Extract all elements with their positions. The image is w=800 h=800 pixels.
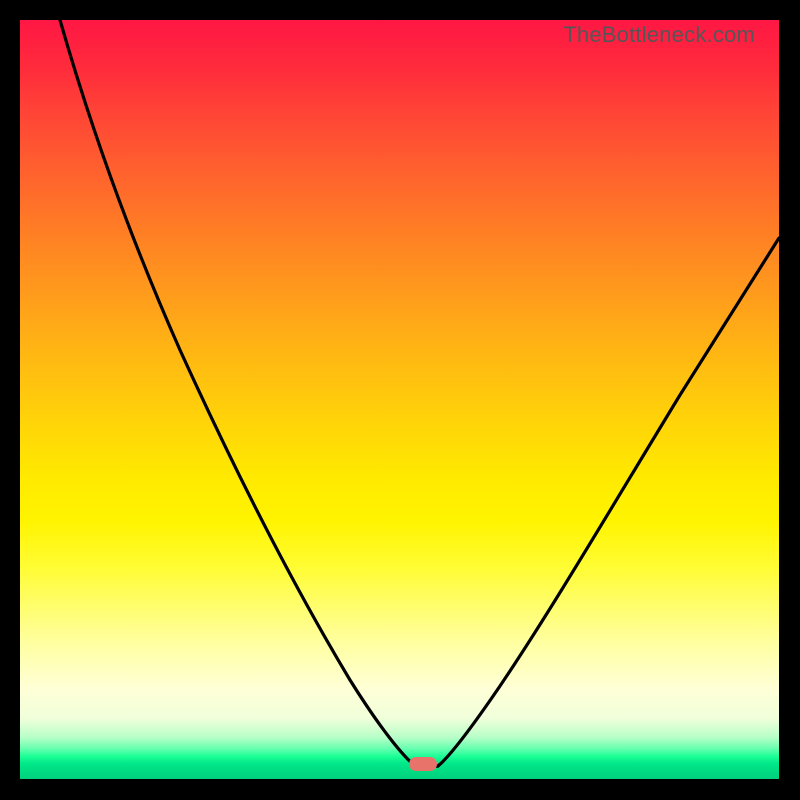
minimum-marker (409, 757, 437, 771)
bottleneck-curve (20, 20, 779, 779)
curve-left (60, 20, 415, 766)
chart-container: TheBottleneck.com (0, 0, 800, 800)
plot-area: TheBottleneck.com (20, 20, 779, 779)
curve-right (438, 238, 779, 766)
